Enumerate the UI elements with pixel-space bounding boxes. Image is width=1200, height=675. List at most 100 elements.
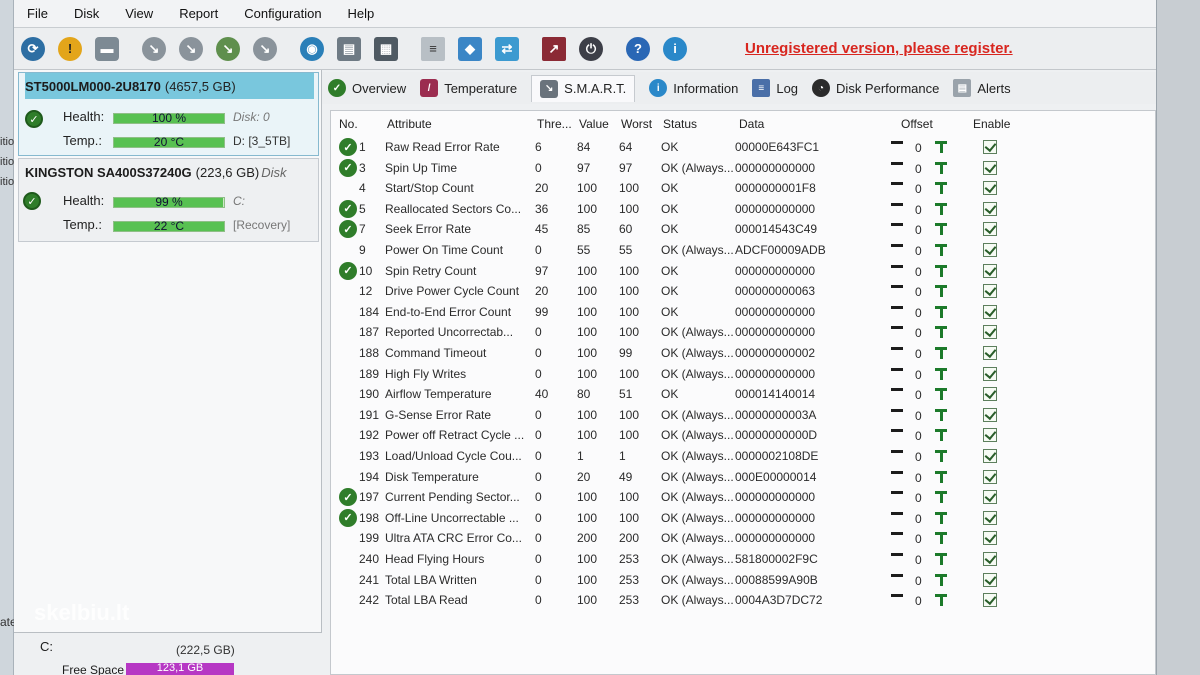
enable-checkbox[interactable] <box>983 181 997 196</box>
plus-icon[interactable] <box>939 450 943 462</box>
enable-checkbox[interactable] <box>983 387 997 402</box>
minus-icon[interactable] <box>891 511 903 515</box>
plus-icon[interactable] <box>939 182 943 195</box>
enable-checkbox[interactable] <box>983 201 997 216</box>
enable-checkbox[interactable] <box>983 510 997 525</box>
menu-view[interactable]: View <box>112 6 166 21</box>
minus-icon[interactable] <box>891 470 903 474</box>
plus-icon[interactable] <box>939 573 943 586</box>
unregistered-link[interactable]: Unregistered version, please register. <box>745 40 1013 57</box>
enable-checkbox[interactable] <box>983 572 997 587</box>
table-row[interactable]: 187 Reported Uncorrectab... 0 100 100 OK (Alw… <box>331 322 1155 343</box>
minus-icon[interactable] <box>891 594 903 598</box>
plus-icon[interactable] <box>939 244 943 256</box>
plus-icon[interactable] <box>939 470 943 483</box>
enable-checkbox[interactable] <box>983 243 997 257</box>
enable-checkbox[interactable] <box>983 222 997 237</box>
table-row[interactable]: 199 Ultra ATA CRC Error Co... 0 200 200 OK (A… <box>331 528 1155 549</box>
minus-icon[interactable] <box>891 450 903 453</box>
tab-alerts[interactable]: ▤ Alerts <box>953 79 1011 97</box>
plus-icon[interactable] <box>939 594 943 607</box>
menu-configuration[interactable]: Configuration <box>231 6 334 21</box>
minus-icon[interactable] <box>891 573 903 577</box>
network-button[interactable]: ◉ <box>297 34 327 64</box>
plus-icon[interactable] <box>939 429 943 442</box>
table-row[interactable]: 240 Head Flying Hours 0 100 253 OK (Always...… <box>331 549 1155 570</box>
enable-checkbox[interactable] <box>983 325 997 340</box>
enable-checkbox[interactable] <box>983 428 997 443</box>
table-row[interactable]: 184 End-to-End Error Count 99 100 100 OK 00000… <box>331 302 1155 323</box>
connect-button[interactable]: ⇄ <box>492 34 522 64</box>
plus-icon[interactable] <box>939 161 943 174</box>
enable-checkbox[interactable] <box>983 531 997 546</box>
menu-disk[interactable]: Disk <box>61 6 112 21</box>
minus-icon[interactable] <box>891 347 903 350</box>
table-row[interactable]: 194 Disk Temperature 0 20 49 OK (Always... 000… <box>331 467 1155 488</box>
enable-checkbox[interactable] <box>983 469 997 484</box>
plus-icon[interactable] <box>939 388 943 401</box>
plus-icon[interactable] <box>939 347 943 359</box>
minus-icon[interactable] <box>891 305 903 309</box>
minus-icon[interactable] <box>891 285 903 289</box>
enable-checkbox[interactable] <box>983 407 997 422</box>
device-button[interactable]: ▦ <box>371 34 401 64</box>
help-button[interactable]: ? <box>623 34 653 64</box>
minus-icon[interactable] <box>891 491 903 495</box>
minus-icon[interactable] <box>891 264 903 268</box>
plus-icon[interactable] <box>939 408 943 421</box>
power-button[interactable]: ⏻ <box>576 34 606 64</box>
disk-button[interactable]: ▬ <box>92 34 122 64</box>
table-row[interactable]: 191 G-Sense Error Rate 0 100 100 OK (Always..… <box>331 405 1155 426</box>
table-row[interactable]: 241 Total LBA Written 0 100 253 OK (Always...… <box>331 570 1155 591</box>
minus-icon[interactable] <box>891 408 903 412</box>
table-row[interactable]: 189 High Fly Writes 0 100 100 OK (Always... 00… <box>331 364 1155 385</box>
table-row[interactable]: ✓ 1 Raw Read Error Rate 6 84 64 OK 00000E643FC1… <box>331 137 1155 158</box>
enable-checkbox[interactable] <box>983 140 997 154</box>
test-button[interactable]: ↘ <box>213 34 243 64</box>
minus-icon[interactable] <box>891 182 903 186</box>
enable-checkbox[interactable] <box>983 449 997 463</box>
enable-checkbox[interactable] <box>983 552 997 566</box>
cube-button[interactable]: ◆ <box>455 34 485 64</box>
minus-icon[interactable] <box>891 553 903 556</box>
plus-icon[interactable] <box>939 305 943 318</box>
info-button[interactable]: i <box>660 34 690 64</box>
minus-icon[interactable] <box>891 429 903 433</box>
refresh-button[interactable]: ⟳ <box>18 34 48 64</box>
test-button[interactable]: ↘ <box>250 34 280 64</box>
table-row[interactable]: ✓ 198 Off-Line Uncorrectable ... 0 100 100 OK … <box>331 508 1155 529</box>
device-button[interactable]: ▤ <box>334 34 364 64</box>
disk-card[interactable]: ST5000LM000-2U8170 (4657,5 GB) ✓ Health:… <box>18 72 319 156</box>
minus-icon[interactable] <box>891 141 903 144</box>
enable-checkbox[interactable] <box>983 263 997 278</box>
test-button[interactable]: ↘ <box>176 34 206 64</box>
minus-icon[interactable] <box>891 202 903 206</box>
enable-checkbox[interactable] <box>983 160 997 175</box>
plus-icon[interactable] <box>939 532 943 545</box>
menu-help[interactable]: Help <box>335 6 388 21</box>
minus-icon[interactable] <box>891 532 903 536</box>
minus-icon[interactable] <box>891 367 903 371</box>
tab-smart[interactable]: ↘ S.M.A.R.T. <box>531 74 636 102</box>
enable-checkbox[interactable] <box>983 593 997 608</box>
enable-checkbox[interactable] <box>983 366 997 381</box>
tab-disk-performance[interactable]: ◔ Disk Performance <box>812 79 939 97</box>
tab-overview[interactable]: ✓ Overview <box>328 79 406 97</box>
plus-icon[interactable] <box>939 285 943 298</box>
minus-icon[interactable] <box>891 388 903 392</box>
table-row[interactable]: 193 Load/Unload Cycle Cou... 0 1 1 OK (Always… <box>331 446 1155 467</box>
minus-icon[interactable] <box>891 161 903 165</box>
table-row[interactable]: ✓ 7 Seek Error Rate 45 85 60 OK 000014543C49 0 <box>331 219 1155 240</box>
plus-icon[interactable] <box>939 511 943 524</box>
plus-icon[interactable] <box>939 326 943 339</box>
document-button[interactable]: ≡ <box>418 34 448 64</box>
plus-icon[interactable] <box>939 367 943 380</box>
table-row[interactable]: ✓ 197 Current Pending Sector... 0 100 100 OK (… <box>331 487 1155 508</box>
minus-icon[interactable] <box>891 326 903 330</box>
menu-file[interactable]: File <box>14 6 61 21</box>
tab-temperature[interactable]: / Temperature <box>420 79 517 97</box>
plus-icon[interactable] <box>939 141 943 153</box>
table-row[interactable]: 12 Drive Power Cycle Count 20 100 100 OK 00000… <box>331 281 1155 302</box>
table-row[interactable]: ✓ 3 Spin Up Time 0 97 97 OK (Always... 00000000… <box>331 158 1155 179</box>
disk-card[interactable]: KINGSTON SA400S37240G (223,6 GB) Disk ✓ … <box>18 158 319 242</box>
